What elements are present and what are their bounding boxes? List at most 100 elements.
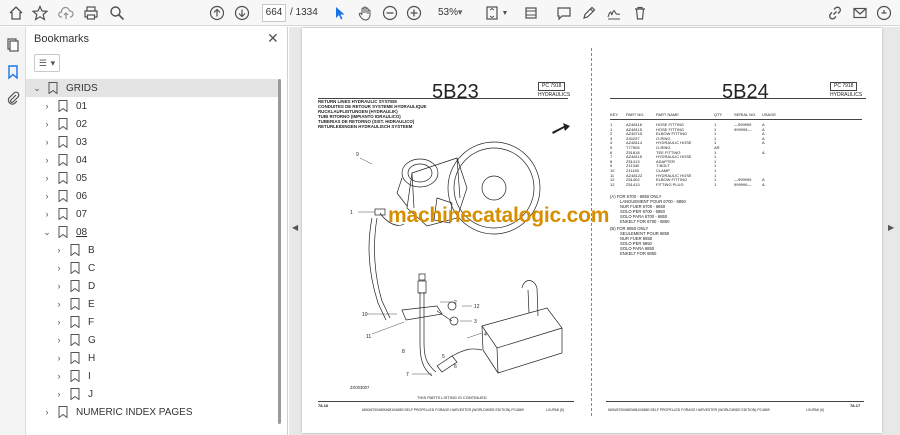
cloud-upload-icon[interactable] [56,3,76,23]
callout-label: 2 [454,300,457,306]
bookmark-item-e[interactable]: › E [54,295,95,313]
bookmark-options-button[interactable]: ☰ ▾ [34,54,60,72]
bookmark-label: I [88,370,91,382]
zoom-select[interactable]: 53% ▼ [424,4,466,22]
account-icon[interactable] [874,3,894,23]
header-serial: SERIAL NO. [734,112,757,117]
callout-label: 8 [402,349,405,355]
chevron-right-icon[interactable]: › [42,119,52,129]
attachment-icon[interactable] [5,90,21,106]
email-icon[interactable] [850,3,870,23]
bookmark-item-numeric-index[interactable]: › NUMERIC INDEX PAGES [42,403,193,421]
bookmark-icon [70,352,80,364]
bookmark-item-07[interactable]: › 07 [42,205,87,223]
star-icon[interactable] [30,3,50,23]
bookmark-item-04[interactable]: › 04 [42,151,87,169]
chevron-right-icon[interactable]: › [42,209,52,219]
bookmark-item-f[interactable]: › F [54,313,94,331]
bookmarks-panel: Bookmarks ✕ ☰ ▾ ⌄ GRIDS › 01 › 02 › 03 › [26,27,288,435]
chevron-down-icon[interactable]: ⌄ [32,83,42,93]
watermark-text: machinecatalogic.com [388,204,610,227]
left-title-line: RETURLEIDINGEN HYDRAULISCH SYSTEEM [318,124,413,129]
chevron-right-icon[interactable]: › [54,371,64,381]
bookmark-item-d[interactable]: › D [54,277,95,295]
bookmark-item-08[interactable]: ⌄ 08 [42,223,87,241]
zoom-in-icon[interactable] [404,3,424,23]
bookmark-item-06[interactable]: › 06 [42,187,87,205]
collapse-left-icon[interactable]: ◀ [292,223,298,232]
bookmark-icon [58,208,68,220]
chevron-right-icon[interactable]: › [42,407,52,417]
home-icon[interactable] [6,3,26,23]
bookmark-label: 02 [76,118,88,130]
left-page-code: 5B23 [432,81,479,103]
search-icon[interactable] [107,3,127,23]
bookmark-item-05[interactable]: › 05 [42,169,87,187]
chevron-down-icon[interactable]: ⌄ [42,227,52,237]
panel-scrollbar[interactable] [278,79,284,429]
print-icon[interactable] [81,3,101,23]
chevron-right-icon[interactable]: › [42,173,52,183]
bookmark-item-01[interactable]: › 01 [42,97,87,115]
share-link-icon[interactable] [825,3,845,23]
document-viewer: ◀ ▶ 5B23 PC 7918 HYDRAULICS RETURN LINES… [289,27,900,435]
close-icon[interactable]: ✕ [267,30,279,47]
bookmark-icon [70,316,80,328]
chevron-right-icon[interactable]: › [54,335,64,345]
bookmark-item-b[interactable]: › B [54,241,95,259]
chevron-right-icon[interactable]: › [54,299,64,309]
bookmark-panel-icon[interactable] [5,64,21,80]
chevron-right-icon[interactable]: › [54,353,64,363]
right-page-tag: PC 7918 [830,82,858,91]
bookmark-icon [58,154,68,166]
chevron-right-icon[interactable]: › [42,137,52,147]
bookmark-label: B [88,244,95,256]
callout-label: 3 [474,319,477,325]
bookmark-item-02[interactable]: › 02 [42,115,87,133]
previous-page-icon[interactable] [207,3,227,23]
bookmark-item-grids[interactable]: ⌄ GRIDS [26,79,278,97]
bookmark-item-h[interactable]: › H [54,349,95,367]
bookmark-icon [58,136,68,148]
chevron-right-icon[interactable]: › [54,263,64,273]
chevron-down-icon[interactable]: ▼ [500,3,510,23]
bookmark-item-j[interactable]: › J [54,385,93,403]
left-footer-code: LXUPA8 (K) [546,408,565,412]
collapse-right-icon[interactable]: ▶ [888,223,894,232]
bookmark-item-c[interactable]: › C [54,259,95,277]
trash-icon[interactable] [630,3,650,23]
bookmark-icon [48,82,58,94]
header-part: PART NO. [626,112,645,117]
bookmark-item-g[interactable]: › G [54,331,96,349]
header-name: PART NAME [656,112,679,117]
hand-tool-icon[interactable] [355,3,375,23]
document-page-spread: 5B23 PC 7918 HYDRAULICS RETURN LINES HYD… [302,28,882,433]
scrollbar-thumb[interactable] [278,79,281,424]
select-cursor-icon[interactable] [330,3,350,23]
bookmark-item-i[interactable]: › I [54,367,91,385]
chevron-right-icon[interactable]: › [54,317,64,327]
chevron-right-icon[interactable]: › [42,191,52,201]
scroll-mode-icon[interactable] [521,3,541,23]
highlight-pen-icon[interactable] [579,3,599,23]
chevron-right-icon[interactable]: › [54,245,64,255]
chevron-right-icon[interactable]: › [54,281,64,291]
zoom-out-icon[interactable] [380,3,400,23]
figure-id: ZX003007 [350,385,370,390]
bookmark-item-03[interactable]: › 03 [42,133,87,151]
page-thumbnails-icon[interactable] [5,37,21,53]
chevron-right-icon[interactable]: › [54,389,64,399]
direction-arrow-icon [552,123,570,134]
comment-icon[interactable] [554,3,574,23]
bookmark-icon [70,262,80,274]
next-page-icon[interactable] [232,3,252,23]
fit-page-icon[interactable] [482,3,502,23]
chevron-right-icon[interactable]: › [42,101,52,111]
page-number-input[interactable]: 664 [262,4,286,22]
signature-icon[interactable] [604,3,624,23]
chevron-right-icon[interactable]: › [42,155,52,165]
bookmark-label: 03 [76,136,88,148]
bookmark-label: H [88,352,96,364]
bookmark-icon [70,370,80,382]
right-page-code: 5B24 [722,81,769,103]
